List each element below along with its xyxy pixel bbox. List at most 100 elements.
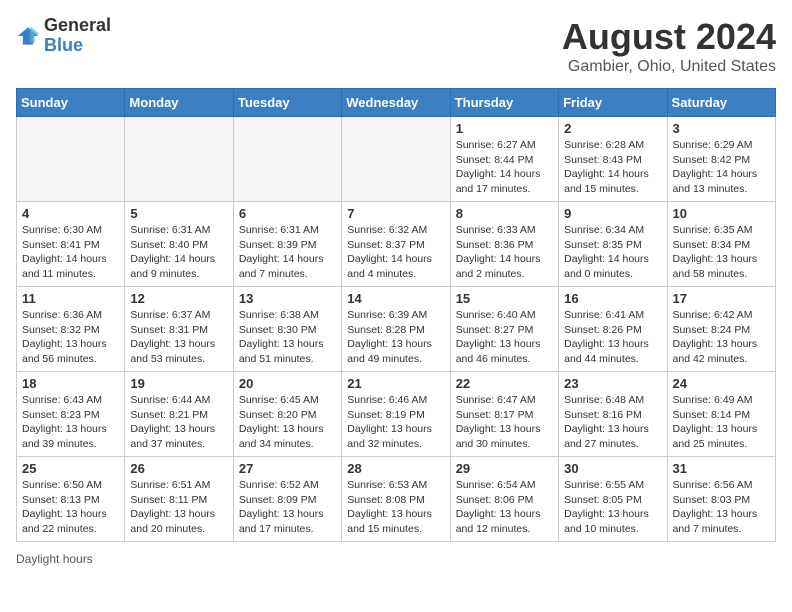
day-cell-26: 26 Sunrise: 6:51 AM Sunset: 8:11 PM Dayli… <box>125 457 233 542</box>
day-cell-28: 28Sunrise: 6:53 AM Sunset: 8:08 PM Dayli… <box>342 457 450 542</box>
day-cell-25: 25 Sunrise: 6:50 AM Sunset: 8:13 PM Dayli… <box>17 457 125 542</box>
week-row-5: 25 Sunrise: 6:50 AM Sunset: 8:13 PM Dayli… <box>17 457 776 542</box>
day-cell-12: 12Sunrise: 6:37 AM Sunset: 8:31 PM Dayli… <box>125 287 233 372</box>
day-number-11: 11 <box>22 291 119 306</box>
day-number-5: 5 <box>130 206 227 221</box>
day-cell-31: 31 Sunrise: 6:56 AM Sunset: 8:03 PM Dayli… <box>667 457 775 542</box>
day-info-25: Sunrise: 6:50 AM Sunset: 8:13 PM Dayligh… <box>22 478 119 537</box>
day-cell-30: 30 Sunrise: 6:55 AM Sunset: 8:05 PM Dayli… <box>559 457 667 542</box>
calendar-header-row: SundayMondayTuesdayWednesdayThursdayFrid… <box>17 89 776 117</box>
day-info-8: Sunrise: 6:33 AM Sunset: 8:36 PM Dayligh… <box>456 223 553 282</box>
header-thursday: Thursday <box>450 89 558 117</box>
day-info-23: Sunrise: 6:48 AM Sunset: 8:16 PM Dayligh… <box>564 393 661 452</box>
day-cell-22: 22Sunrise: 6:47 AM Sunset: 8:17 PM Dayli… <box>450 372 558 457</box>
day-number-21: 21 <box>347 376 444 391</box>
day-info-30: Sunrise: 6:55 AM Sunset: 8:05 PM Dayligh… <box>564 478 661 537</box>
day-number-12: 12 <box>130 291 227 306</box>
page-header: General Blue August 2024 Gambier, Ohio, … <box>16 16 776 76</box>
header-saturday: Saturday <box>667 89 775 117</box>
day-info-11: Sunrise: 6:36 AM Sunset: 8:32 PM Dayligh… <box>22 308 119 367</box>
calendar-table: SundayMondayTuesdayWednesdayThursdayFrid… <box>16 88 776 542</box>
header-sunday: Sunday <box>17 89 125 117</box>
day-info-29: Sunrise: 6:54 AM Sunset: 8:06 PM Dayligh… <box>456 478 553 537</box>
day-number-10: 10 <box>673 206 770 221</box>
day-number-31: 31 <box>673 461 770 476</box>
daylight-hours-label: Daylight hours <box>16 552 93 566</box>
subtitle: Gambier, Ohio, United States <box>562 58 776 76</box>
day-info-15: Sunrise: 6:40 AM Sunset: 8:27 PM Dayligh… <box>456 308 553 367</box>
day-number-1: 1 <box>456 121 553 136</box>
day-number-24: 24 <box>673 376 770 391</box>
day-cell-2: 2 Sunrise: 6:28 AM Sunset: 8:43 PM Daylig… <box>559 117 667 202</box>
day-cell-18: 18Sunrise: 6:43 AM Sunset: 8:23 PM Dayli… <box>17 372 125 457</box>
day-number-7: 7 <box>347 206 444 221</box>
day-cell-27: 27Sunrise: 6:52 AM Sunset: 8:09 PM Dayli… <box>233 457 341 542</box>
day-number-28: 28 <box>347 461 444 476</box>
day-cell-8: 8Sunrise: 6:33 AM Sunset: 8:36 PM Daylig… <box>450 202 558 287</box>
day-cell-16: 16Sunrise: 6:41 AM Sunset: 8:26 PM Dayli… <box>559 287 667 372</box>
day-info-19: Sunrise: 6:44 AM Sunset: 8:21 PM Dayligh… <box>130 393 227 452</box>
day-number-20: 20 <box>239 376 336 391</box>
day-number-15: 15 <box>456 291 553 306</box>
empty-cell <box>125 117 233 202</box>
day-cell-10: 10 Sunrise: 6:35 AM Sunset: 8:34 PM Dayli… <box>667 202 775 287</box>
title-block: August 2024 Gambier, Ohio, United States <box>562 16 776 76</box>
day-info-5: Sunrise: 6:31 AM Sunset: 8:40 PM Dayligh… <box>130 223 227 282</box>
day-cell-7: 7Sunrise: 6:32 AM Sunset: 8:37 PM Daylig… <box>342 202 450 287</box>
empty-cell <box>233 117 341 202</box>
day-cell-5: 5 Sunrise: 6:31 AM Sunset: 8:40 PM Daylig… <box>125 202 233 287</box>
day-cell-9: 9 Sunrise: 6:34 AM Sunset: 8:35 PM Daylig… <box>559 202 667 287</box>
day-number-23: 23 <box>564 376 661 391</box>
main-title: August 2024 <box>562 16 776 58</box>
week-row-4: 18Sunrise: 6:43 AM Sunset: 8:23 PM Dayli… <box>17 372 776 457</box>
day-number-18: 18 <box>22 376 119 391</box>
day-cell-23: 23 Sunrise: 6:48 AM Sunset: 8:16 PM Dayli… <box>559 372 667 457</box>
day-number-4: 4 <box>22 206 119 221</box>
day-cell-11: 11 Sunrise: 6:36 AM Sunset: 8:32 PM Dayli… <box>17 287 125 372</box>
day-info-10: Sunrise: 6:35 AM Sunset: 8:34 PM Dayligh… <box>673 223 770 282</box>
day-number-17: 17 <box>673 291 770 306</box>
logo-icon <box>16 24 40 48</box>
logo-blue-text: Blue <box>44 36 111 56</box>
day-number-9: 9 <box>564 206 661 221</box>
day-cell-4: 4Sunrise: 6:30 AM Sunset: 8:41 PM Daylig… <box>17 202 125 287</box>
day-info-1: Sunrise: 6:27 AM Sunset: 8:44 PM Dayligh… <box>456 138 553 197</box>
day-info-6: Sunrise: 6:31 AM Sunset: 8:39 PM Dayligh… <box>239 223 336 282</box>
day-number-29: 29 <box>456 461 553 476</box>
day-number-30: 30 <box>564 461 661 476</box>
logo-general-text: General <box>44 16 111 36</box>
day-cell-1: 1 Sunrise: 6:27 AM Sunset: 8:44 PM Daylig… <box>450 117 558 202</box>
logo-text: General Blue <box>44 16 111 56</box>
day-number-26: 26 <box>130 461 227 476</box>
day-info-3: Sunrise: 6:29 AM Sunset: 8:42 PM Dayligh… <box>673 138 770 197</box>
day-number-2: 2 <box>564 121 661 136</box>
header-friday: Friday <box>559 89 667 117</box>
day-cell-19: 19 Sunrise: 6:44 AM Sunset: 8:21 PM Dayli… <box>125 372 233 457</box>
day-info-20: Sunrise: 6:45 AM Sunset: 8:20 PM Dayligh… <box>239 393 336 452</box>
day-info-9: Sunrise: 6:34 AM Sunset: 8:35 PM Dayligh… <box>564 223 661 282</box>
day-info-26: Sunrise: 6:51 AM Sunset: 8:11 PM Dayligh… <box>130 478 227 537</box>
day-info-24: Sunrise: 6:49 AM Sunset: 8:14 PM Dayligh… <box>673 393 770 452</box>
week-row-2: 4Sunrise: 6:30 AM Sunset: 8:41 PM Daylig… <box>17 202 776 287</box>
day-number-22: 22 <box>456 376 553 391</box>
empty-cell <box>342 117 450 202</box>
day-cell-20: 20 Sunrise: 6:45 AM Sunset: 8:20 PM Dayli… <box>233 372 341 457</box>
day-number-6: 6 <box>239 206 336 221</box>
logo: General Blue <box>16 16 111 56</box>
day-info-31: Sunrise: 6:56 AM Sunset: 8:03 PM Dayligh… <box>673 478 770 537</box>
day-cell-24: 24 Sunrise: 6:49 AM Sunset: 8:14 PM Dayli… <box>667 372 775 457</box>
header-wednesday: Wednesday <box>342 89 450 117</box>
day-number-25: 25 <box>22 461 119 476</box>
week-row-1: 1 Sunrise: 6:27 AM Sunset: 8:44 PM Daylig… <box>17 117 776 202</box>
day-cell-6: 6 Sunrise: 6:31 AM Sunset: 8:39 PM Daylig… <box>233 202 341 287</box>
day-cell-13: 13Sunrise: 6:38 AM Sunset: 8:30 PM Dayli… <box>233 287 341 372</box>
day-info-2: Sunrise: 6:28 AM Sunset: 8:43 PM Dayligh… <box>564 138 661 197</box>
header-monday: Monday <box>125 89 233 117</box>
footer: Daylight hours <box>16 552 776 566</box>
day-cell-21: 21 Sunrise: 6:46 AM Sunset: 8:19 PM Dayli… <box>342 372 450 457</box>
day-info-21: Sunrise: 6:46 AM Sunset: 8:19 PM Dayligh… <box>347 393 444 452</box>
header-tuesday: Tuesday <box>233 89 341 117</box>
day-cell-15: 15 Sunrise: 6:40 AM Sunset: 8:27 PM Dayli… <box>450 287 558 372</box>
day-number-19: 19 <box>130 376 227 391</box>
day-number-14: 14 <box>347 291 444 306</box>
